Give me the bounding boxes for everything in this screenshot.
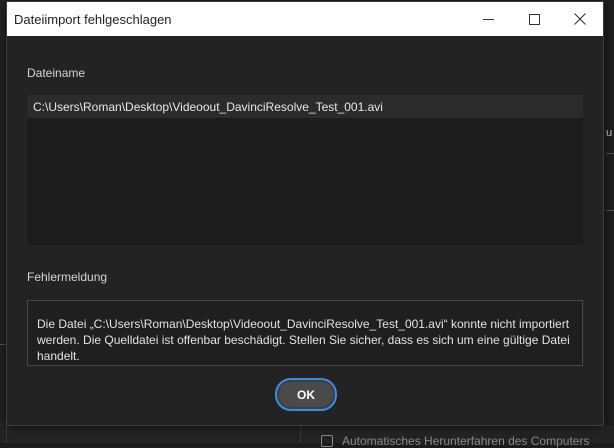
close-icon — [574, 13, 586, 25]
import-failed-dialog: Dateiimport fehlgeschlagen Dateiname C:\… — [6, 1, 604, 426]
maximize-button[interactable] — [511, 2, 557, 36]
minimize-icon — [482, 14, 494, 25]
dialog-titlebar[interactable]: Dateiimport fehlgeschlagen — [7, 2, 603, 36]
minimize-button[interactable] — [465, 2, 511, 36]
background-shutdown-checkbox[interactable] — [321, 435, 333, 447]
background-divider — [6, 426, 7, 443]
filename-label: Dateiname — [27, 66, 86, 80]
file-path: C:\Users\Roman\Desktop\Videoout_DavinciR… — [33, 100, 383, 114]
background-right-panel — [604, 0, 614, 443]
error-label: Fehlermeldung — [27, 270, 108, 284]
maximize-icon — [528, 13, 540, 25]
background-edge-text: u — [606, 127, 613, 139]
close-button[interactable] — [557, 2, 603, 36]
file-list[interactable]: C:\Users\Roman\Desktop\Videoout_DavinciR… — [27, 95, 583, 245]
background-divider — [300, 426, 301, 443]
error-message-box: Die Datei „C:\Users\Roman\Desktop\Videoo… — [27, 300, 583, 366]
list-item[interactable]: C:\Users\Roman\Desktop\Videoout_DavinciR… — [27, 95, 583, 118]
ok-button-label: OK — [279, 382, 333, 407]
background-divider — [606, 153, 614, 154]
dialog-title: Dateiimport fehlgeschlagen — [14, 12, 172, 27]
error-message-text: Die Datei „C:\Users\Roman\Desktop\Videoo… — [37, 317, 570, 363]
background-divider — [606, 210, 614, 211]
ok-button[interactable]: OK — [275, 378, 337, 411]
background-checkbox-label: Automatisches Herunterfahren des Compute… — [342, 434, 590, 448]
